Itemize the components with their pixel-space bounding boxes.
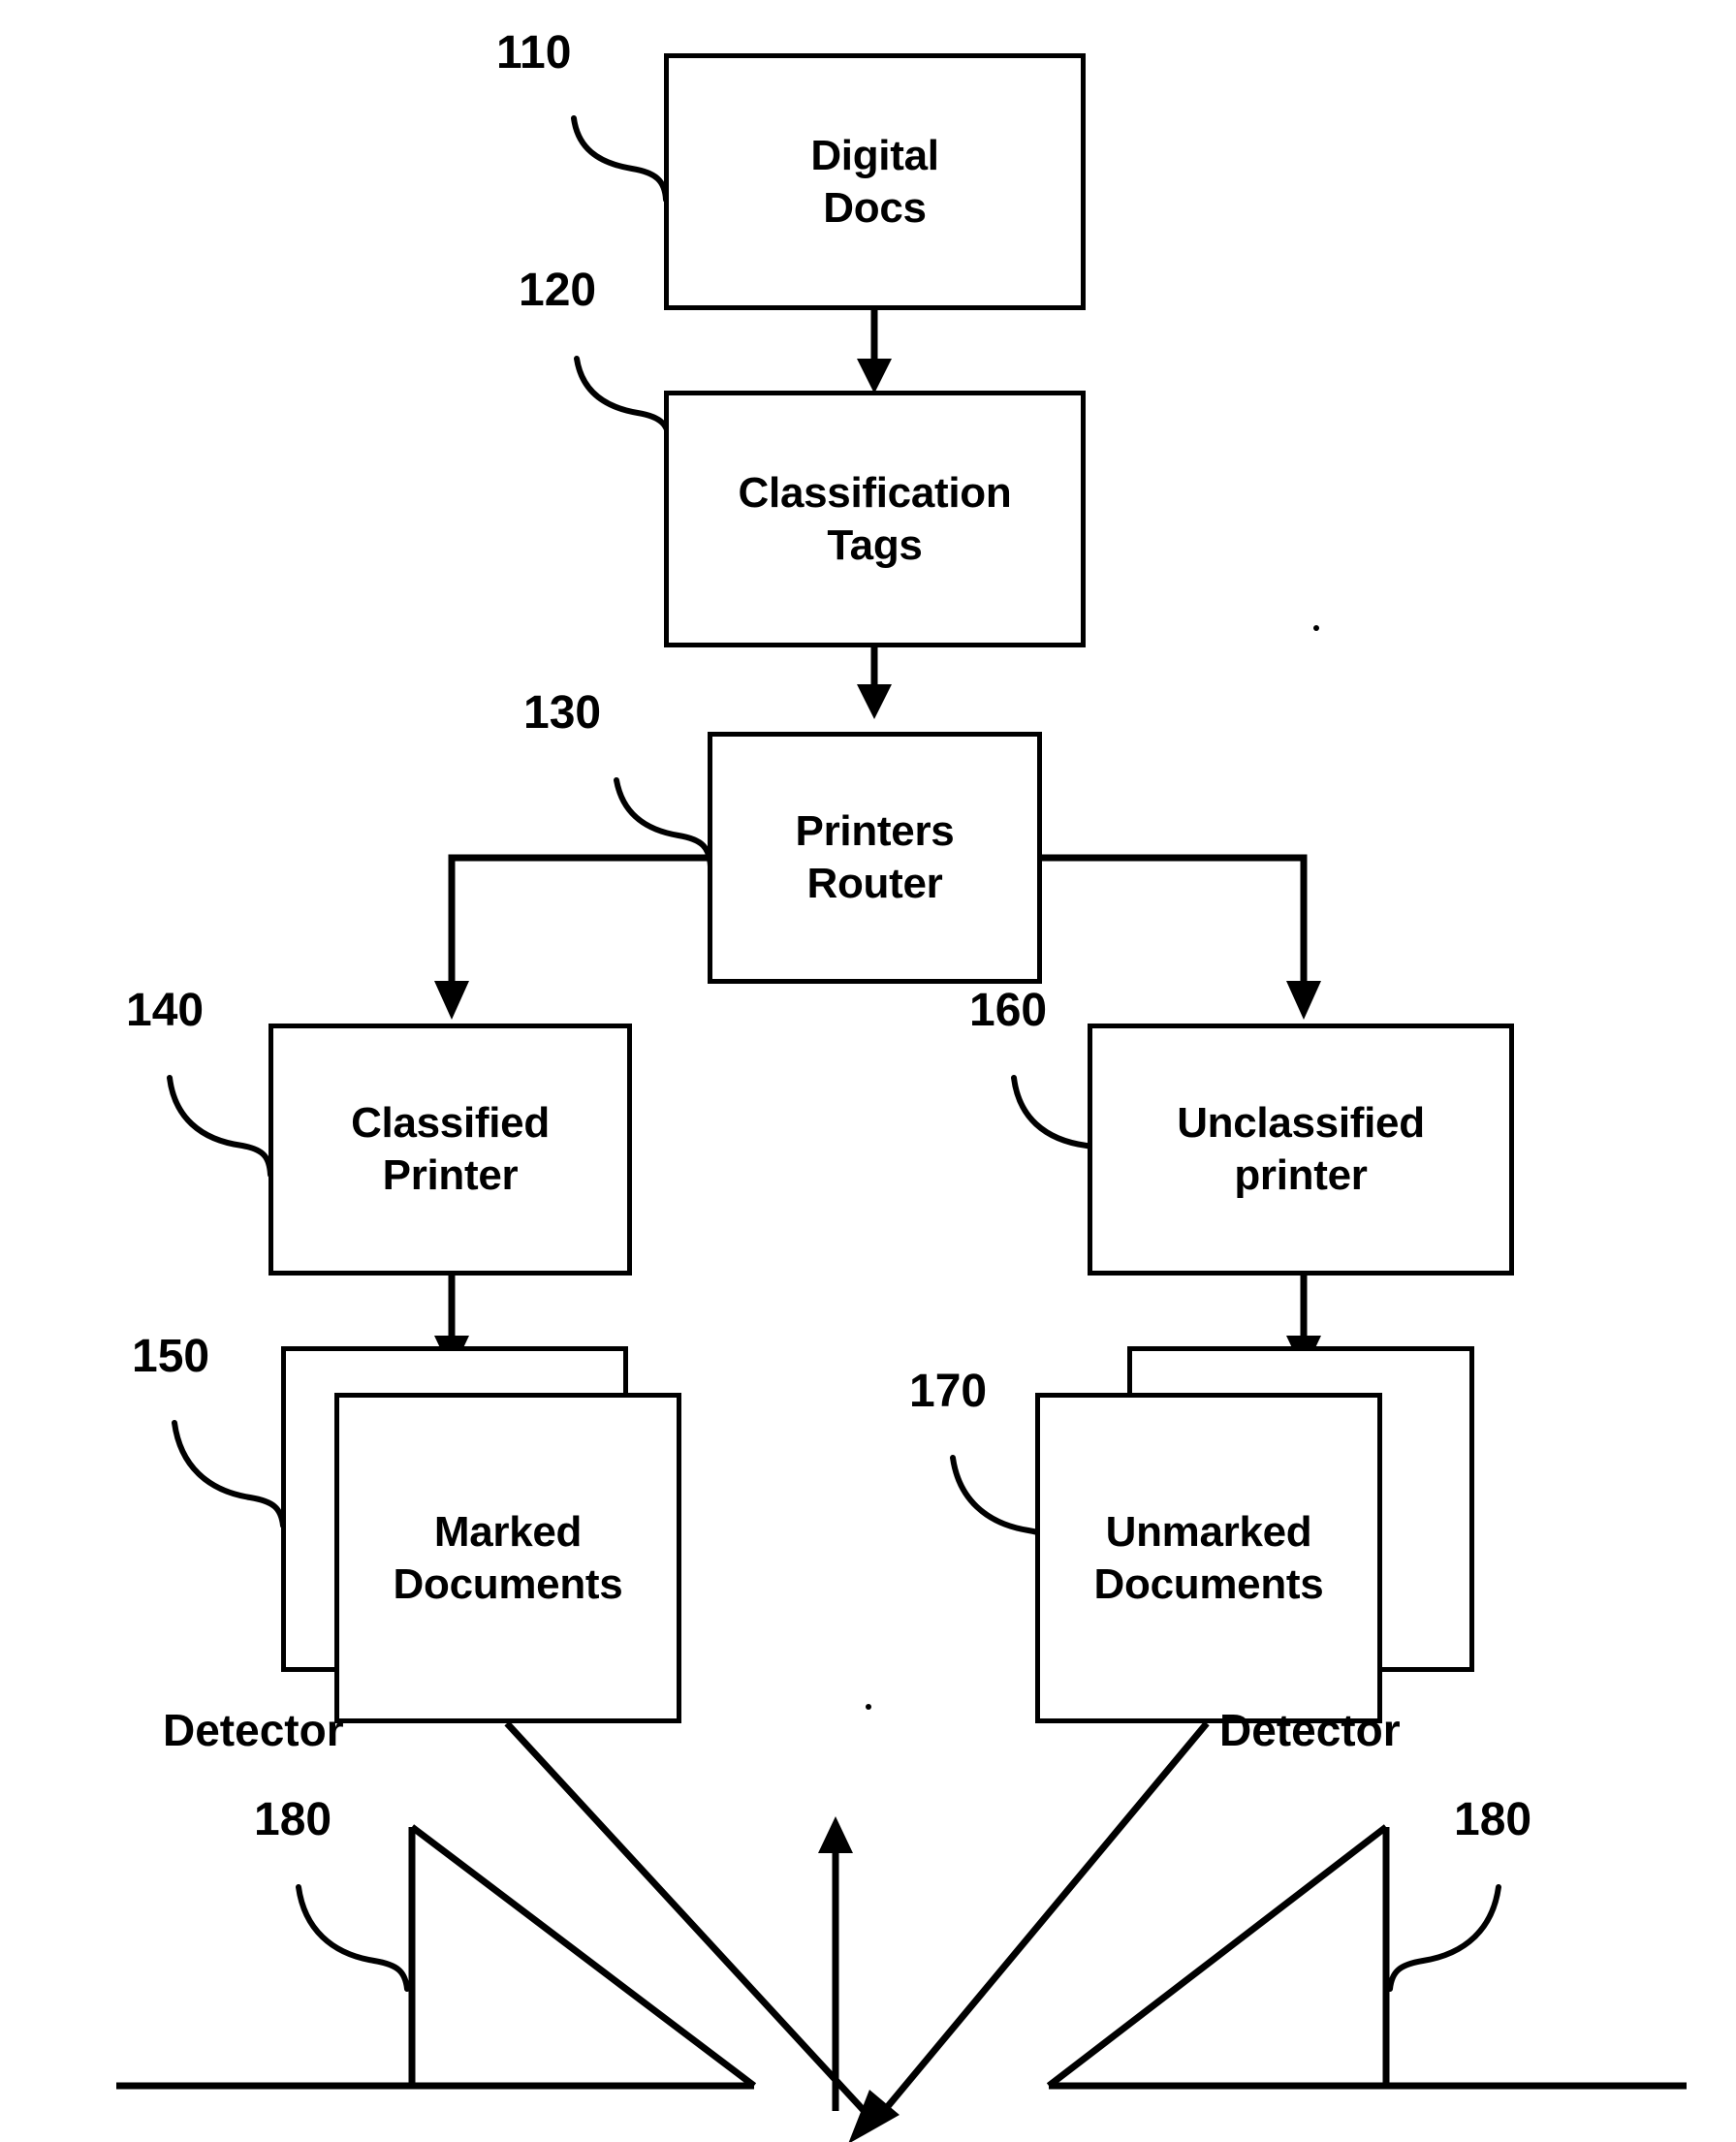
ref-numeral-170: 170 (909, 1366, 988, 1417)
node-classification-tags[interactable]: Classification Tags (664, 391, 1086, 647)
node-printers-router-label: Printers Router (795, 807, 955, 907)
node-unclassified-printer-label: Unclassified printer (1177, 1099, 1425, 1199)
ray-marked-to-focus (504, 1720, 873, 2121)
detector-right-label: Detector (1219, 1705, 1401, 1755)
node-classified-printer-label: Classified Printer (351, 1099, 550, 1199)
detector-left-shape (116, 1824, 757, 2090)
detector-right-shape (1046, 1824, 1687, 2090)
node-printers-router[interactable]: Printers Router (708, 732, 1042, 984)
ref-numeral-120: 120 (519, 265, 597, 316)
scan-artifact-dot-lower (866, 1704, 871, 1710)
node-classification-tags-label: Classification Tags (738, 468, 1012, 569)
patent-figure: Digital Docs Classification Tags Printer… (0, 0, 1736, 2142)
leader-line-130 (614, 777, 713, 869)
detector-left-label: Detector (163, 1705, 344, 1755)
node-unmarked-documents[interactable]: Unmarked Documents (1035, 1393, 1382, 1723)
leader-line-180-left (296, 1884, 410, 1992)
node-unmarked-documents-label: Unmarked Documents (1093, 1507, 1324, 1608)
leader-line-150 (172, 1420, 286, 1528)
ref-numeral-110: 110 (496, 27, 572, 79)
ray-unmarked-to-focus (848, 1720, 1210, 2142)
branch-router-to-unclassified-printer (1040, 854, 1321, 1020)
node-unclassified-printer[interactable]: Unclassified printer (1088, 1024, 1514, 1276)
ref-numeral-180-right: 180 (1454, 1794, 1532, 1845)
node-classified-printer[interactable]: Classified Printer (268, 1024, 632, 1276)
node-digital-docs-label: Digital Docs (810, 131, 939, 232)
ref-numeral-130: 130 (523, 687, 602, 739)
arrow-tags-to-router (857, 647, 892, 719)
leader-line-110 (571, 115, 669, 203)
leader-line-180-right (1387, 1884, 1501, 1992)
node-digital-docs[interactable]: Digital Docs (664, 53, 1086, 310)
branch-router-to-classified-printer (434, 854, 710, 1020)
node-marked-documents-label: Marked Documents (393, 1507, 623, 1608)
node-marked-documents[interactable]: Marked Documents (334, 1393, 681, 1723)
leader-line-140 (167, 1075, 273, 1178)
ref-numeral-150: 150 (132, 1331, 210, 1382)
ref-numeral-160: 160 (969, 985, 1048, 1036)
leader-line-120 (574, 356, 673, 447)
ref-numeral-180-left: 180 (254, 1794, 332, 1845)
scan-artifact-dot-upper (1313, 625, 1319, 631)
ref-numeral-140: 140 (126, 985, 205, 1036)
